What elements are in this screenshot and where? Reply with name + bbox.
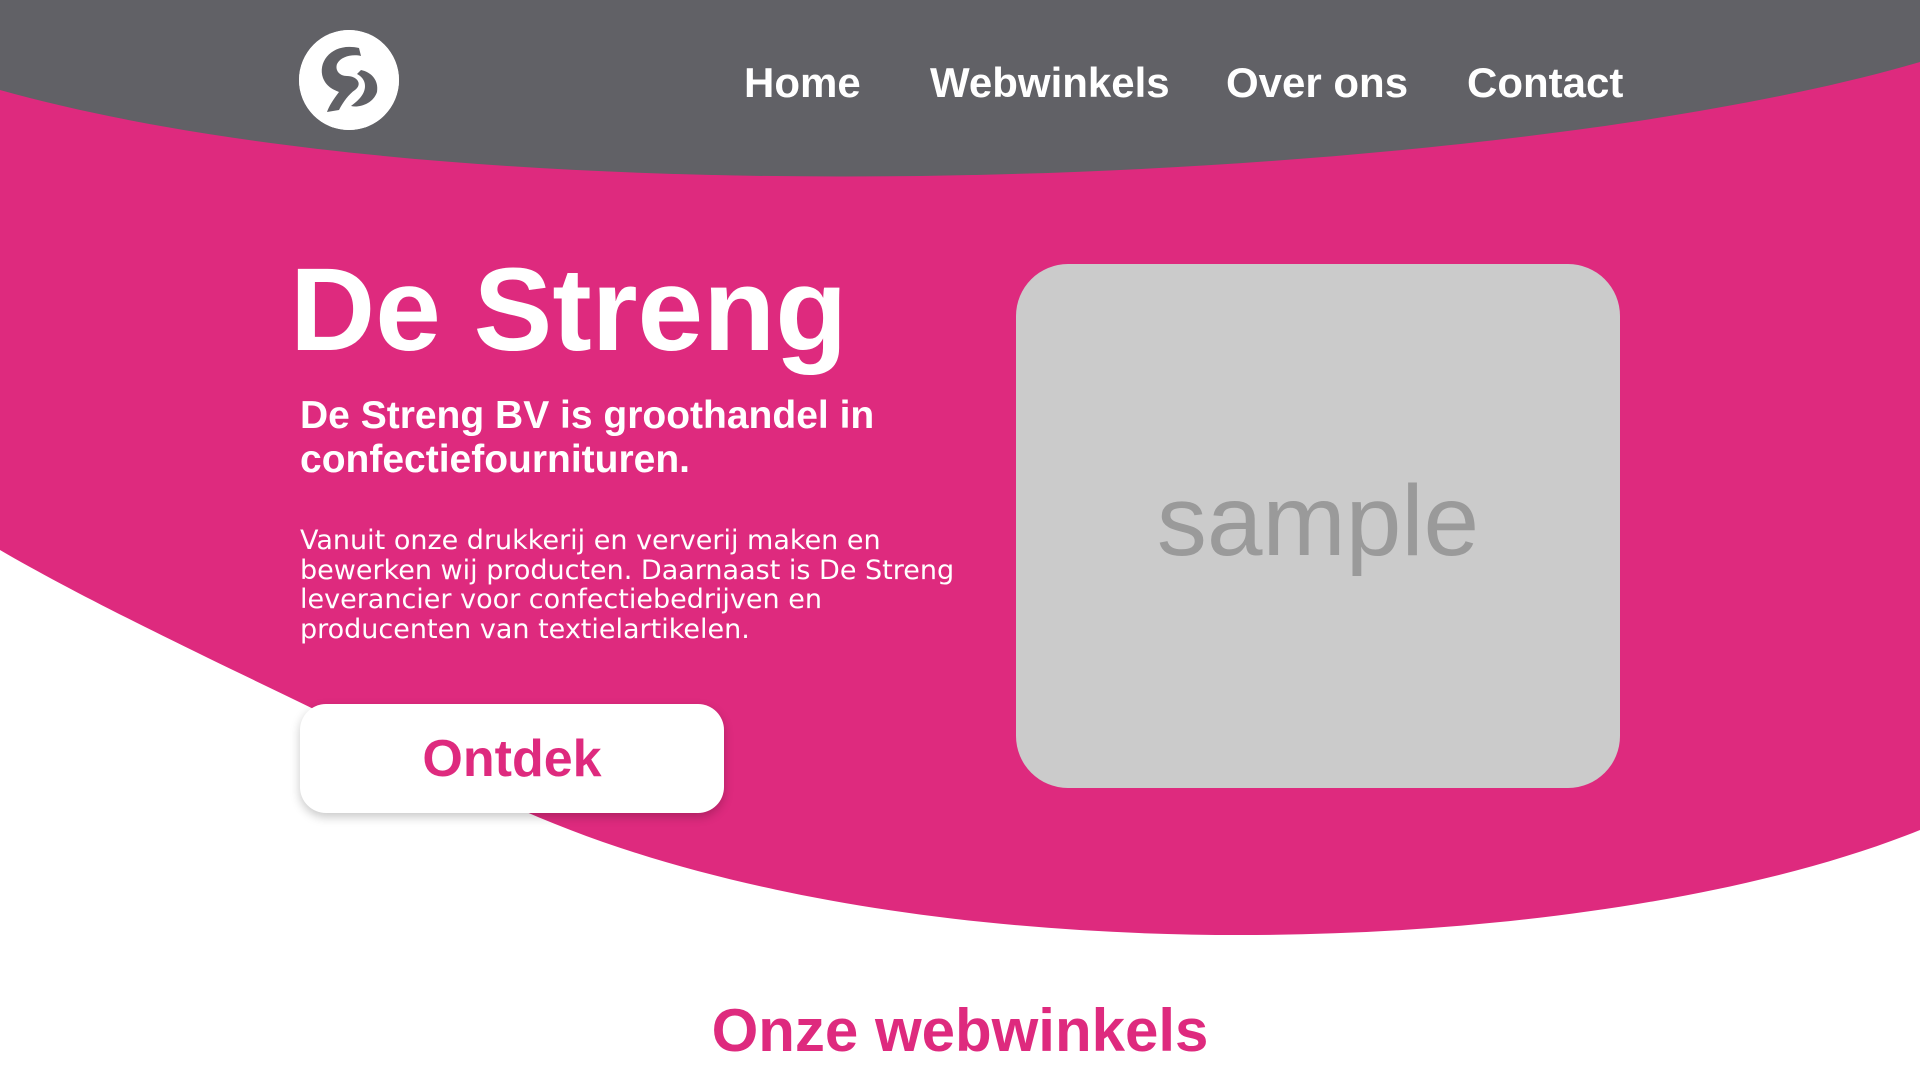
section-title-webwinkels: Onze webwinkels [711,997,1209,1064]
logo-icon [299,30,399,130]
nav-item-over-ons[interactable]: Over ons [1226,58,1408,108]
nav-item-contact[interactable]: Contact [1467,58,1623,108]
hero-subtitle: De Streng BV is groothandel in confectie… [300,394,875,481]
logo[interactable] [299,30,399,130]
image-placeholder-label: sample [1156,465,1480,577]
page: Home Webwinkels Over ons Contact De Stre… [0,0,1920,1080]
nav-item-webwinkels[interactable]: Webwinkels [930,58,1170,108]
hero-image-placeholder: sample [1016,264,1620,788]
nav-item-home[interactable]: Home [744,58,861,108]
hero-description: Vanuit onze drukkerij en ververij maken … [300,525,955,645]
hero-title: De Streng [290,244,848,376]
ontdek-button[interactable]: Ontdek [300,704,724,813]
